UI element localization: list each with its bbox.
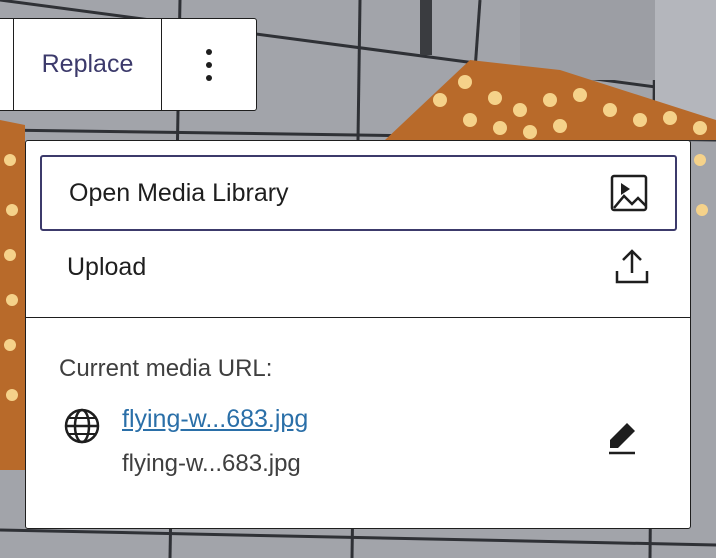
upload-button[interactable]: Upload [40, 229, 677, 305]
vertical-ellipsis-icon [206, 48, 212, 81]
more-options-button[interactable] [162, 19, 256, 110]
open-media-library-button[interactable]: Open Media Library [40, 155, 677, 231]
current-media-url-link[interactable]: flying-w...683.jpg [122, 405, 308, 434]
replace-button[interactable]: Replace [14, 19, 162, 110]
upload-label: Upload [67, 252, 147, 281]
open-media-library-label: Open Media Library [69, 178, 289, 207]
block-toolbar: Replace [0, 18, 257, 111]
toolbar-left-segment[interactable] [0, 19, 14, 110]
globe-icon [64, 408, 100, 444]
pencil-icon [609, 423, 635, 455]
edit-url-button[interactable] [605, 419, 639, 457]
menu-divider [26, 317, 690, 318]
replace-dropdown-menu: Open Media Library Upload Current media … [25, 140, 691, 529]
current-media-filename: flying-w...683.jpg [122, 450, 301, 477]
current-media-url-label: Current media URL: [59, 355, 273, 382]
image-icon [610, 174, 648, 212]
upload-icon [615, 249, 649, 284]
